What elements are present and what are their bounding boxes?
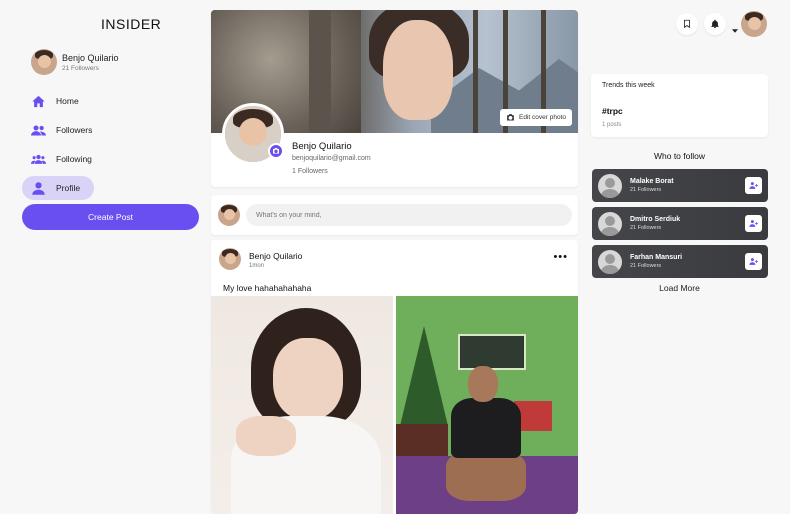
user-plus-icon [749,182,758,189]
post-image[interactable] [396,296,578,514]
user-plus-icon [749,220,758,227]
avatar [598,211,622,236]
current-user-followers: 21 Followers [62,64,99,72]
follow-button[interactable] [745,253,762,270]
post-time: 1mon [249,263,265,269]
user-plus-icon [749,258,758,265]
trends-card: Trends this week #trpc 1 posts [591,74,768,137]
header-actions [676,11,767,37]
post-author[interactable]: Benjo Quilario [249,251,302,261]
sidebar-item-followers[interactable]: Followers [22,118,94,142]
change-avatar-button[interactable] [268,143,284,159]
more-options-button[interactable]: ••• [553,252,568,263]
camera-icon [273,148,279,154]
post-image[interactable] [211,296,393,514]
suggested-user-name: Malake Borat [630,178,674,185]
profile-followers: 1 Followers [292,168,328,175]
bookmark-button[interactable] [676,13,698,35]
avatar [598,249,622,274]
who-to-follow-title: Who to follow [653,151,706,161]
app-brand[interactable]: INSIDER [101,16,161,32]
follow-button[interactable] [745,177,762,194]
profile-card: Edit cover photo Benjo Quilario benjoqui… [211,10,578,187]
suggested-user[interactable]: Malake Borat 21 Followers [592,169,768,202]
avatar [31,49,57,75]
suggested-user[interactable]: Dmitro Serdiuk 21 Followers [592,207,768,240]
sidebar-item-profile[interactable]: Profile [22,176,94,200]
caret-down-icon [732,29,738,33]
sidebar-item-following[interactable]: Following [22,147,94,171]
suggested-user-name: Farhan Mansuri [630,254,683,261]
edit-cover-label: Edit cover photo [519,114,566,121]
bookmark-icon [684,19,690,29]
profile-email: benjoquilario@gmail.com [292,155,371,162]
home-icon [32,95,45,107]
suggested-user-name: Dmitro Serdiuk [630,216,681,223]
sidebar-item-home[interactable]: Home [22,89,94,113]
avatar[interactable] [219,248,241,270]
trends-title: Trends this week [602,82,655,89]
post-text: My love hahahahahaha [223,283,312,293]
sidebar-item-label: Profile [56,183,81,193]
compose-input[interactable] [246,204,572,226]
create-post-button[interactable]: Create Post [22,204,199,230]
load-more-button[interactable]: Load More [591,283,768,293]
suggested-user[interactable]: Farhan Mansuri 21 Followers [592,245,768,278]
avatar [218,204,240,226]
users-icon [31,125,46,135]
user-icon [32,181,45,195]
avatar[interactable] [741,11,767,37]
bell-icon [711,19,719,29]
suggested-user-followers: 21 Followers [630,187,662,193]
camera-icon [507,114,514,121]
sidebar-item-label: Following [56,154,92,164]
notifications-button[interactable] [704,13,726,35]
profile-name: Benjo Quilario [292,141,352,152]
post-composer [211,195,578,235]
avatar [598,173,622,198]
sidebar-nav: Home Followers Following Profile [22,89,94,205]
follow-button[interactable] [745,215,762,232]
edit-cover-button[interactable]: Edit cover photo [500,109,572,126]
trend-count: 1 posts [602,122,622,128]
sidebar-item-label: Followers [56,125,93,135]
current-user[interactable]: Benjo Quilario 21 Followers [31,49,119,75]
user-group-icon [31,154,46,164]
current-user-name: Benjo Quilario [62,52,119,63]
who-to-follow: Who to follow Malake Borat 21 Followers … [591,143,768,298]
post-card: Benjo Quilario 1mon ••• My love hahahaha… [211,240,578,514]
account-menu-toggle[interactable] [732,21,738,33]
trend-tag[interactable]: #trpc [602,106,623,116]
suggested-user-followers: 21 Followers [630,263,662,269]
sidebar-item-label: Home [56,96,79,106]
suggested-user-followers: 21 Followers [630,225,662,231]
